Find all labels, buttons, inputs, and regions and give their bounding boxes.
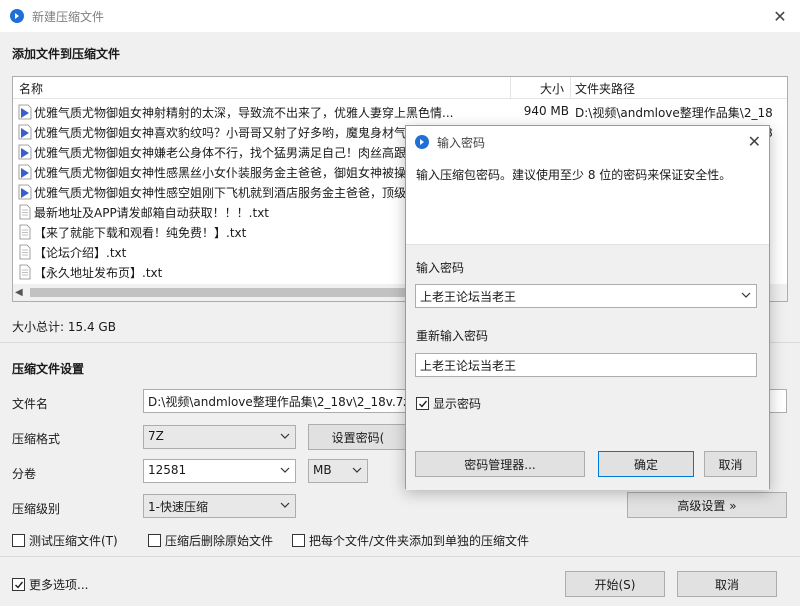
video-file-icon xyxy=(17,164,33,180)
app-logo-icon xyxy=(415,135,429,149)
file-list-header: 名称 大小 文件夹路径 xyxy=(13,77,787,99)
dialog-cancel-button[interactable]: 取消 xyxy=(704,451,757,477)
scrollbar-thumb[interactable] xyxy=(30,288,410,297)
password-input[interactable]: 上老王论坛当老王 xyxy=(415,284,757,308)
test-archive-checkbox[interactable]: 测试压缩文件(T) xyxy=(12,532,118,549)
close-icon[interactable]: ✕ xyxy=(748,132,761,151)
volume-size-input[interactable]: 12581 xyxy=(143,459,296,483)
check-icon xyxy=(416,397,429,410)
check-icon xyxy=(12,578,25,591)
checkbox-box xyxy=(148,534,161,547)
file-name: 优雅气质尤物御姐女神射精射的太深，导致流不出来了，优雅人妻穿上黑色情... xyxy=(34,106,454,120)
start-button[interactable]: 开始(S) xyxy=(565,571,665,597)
password-value: 上老王论坛当老王 xyxy=(420,290,517,304)
dialog-info-text: 输入压缩包密码。建议使用至少 8 位的密码来保证安全性。 xyxy=(416,168,732,182)
text-file-icon xyxy=(17,264,33,280)
set-password-button[interactable]: 设置密码( xyxy=(308,424,408,450)
volume-unit-select[interactable]: MB xyxy=(308,459,368,483)
add-files-heading: 添加文件到压缩文件 xyxy=(12,47,121,61)
column-name-header[interactable]: 名称 xyxy=(19,80,43,97)
level-label: 压缩级别 xyxy=(12,502,61,516)
column-path-header[interactable]: 文件夹路径 xyxy=(575,80,635,97)
chevron-down-icon xyxy=(352,467,362,473)
password-label: 输入密码 xyxy=(416,261,465,275)
separate-archives-checkbox[interactable]: 把每个文件/文件夹添加到单独的压缩文件 xyxy=(292,532,529,549)
video-file-icon xyxy=(17,104,33,120)
text-file-icon xyxy=(17,244,33,260)
total-size: 大小总计: 15.4 GB xyxy=(12,320,116,334)
show-password-label: 显示密码 xyxy=(433,397,482,411)
more-options-label: 更多选项... xyxy=(29,578,89,592)
format-label: 压缩格式 xyxy=(12,432,61,446)
window-close-button[interactable]: ✕ xyxy=(760,0,800,32)
close-icon: ✕ xyxy=(773,6,787,26)
app-logo-icon xyxy=(10,9,24,23)
test-archive-label: 测试压缩文件(T) xyxy=(29,534,118,548)
volume-size-value: 12581 xyxy=(148,463,187,477)
delete-original-checkbox[interactable]: 压缩后删除原始文件 xyxy=(148,532,273,549)
dialog-body: 输入密码 上老王论坛当老王 重新输入密码 上老王论坛当老王 显示密码 密码管理器… xyxy=(406,244,769,490)
video-file-icon xyxy=(17,184,33,200)
file-list-row[interactable]: 优雅气质尤物御姐女神射精射的太深，导致流不出来了，优雅人妻穿上黑色情... 940… xyxy=(13,102,787,122)
file-size: 940 MB xyxy=(523,104,569,118)
filename-label: 文件名 xyxy=(12,397,49,411)
checkbox-box xyxy=(12,534,25,547)
level-select[interactable]: 1-快速压缩 xyxy=(143,494,296,518)
password-dialog: 输入密码 ✕ 输入压缩包密码。建议使用至少 8 位的密码来保证安全性。 输入密码… xyxy=(405,125,770,490)
chevron-down-icon xyxy=(741,292,751,298)
format-value: 7Z xyxy=(148,429,164,443)
window-title: 新建压缩文件 xyxy=(32,9,105,24)
password-manager-button[interactable]: 密码管理器... xyxy=(415,451,585,477)
separate-archives-label: 把每个文件/文件夹添加到单独的压缩文件 xyxy=(309,534,530,548)
footer-divider xyxy=(0,556,800,557)
show-password-checkbox[interactable]: 显示密码 xyxy=(416,395,481,412)
dialog-title: 输入密码 xyxy=(437,135,486,150)
dialog-title-bar: 输入密码 ✕ xyxy=(406,126,769,158)
level-value: 1-快速压缩 xyxy=(148,500,208,514)
text-file-icon xyxy=(17,204,33,220)
volume-label: 分卷 xyxy=(12,467,37,481)
checkbox-box xyxy=(292,534,305,547)
reenter-password-input[interactable]: 上老王论坛当老王 xyxy=(415,353,757,377)
advanced-settings-button[interactable]: 高级设置 » xyxy=(627,492,787,518)
scroll-left-icon[interactable]: ◀ xyxy=(15,284,23,301)
video-file-icon xyxy=(17,124,33,140)
chevron-down-icon xyxy=(280,467,290,473)
video-file-icon xyxy=(17,144,33,160)
format-select[interactable]: 7Z xyxy=(143,425,296,449)
column-size-header[interactable]: 大小 xyxy=(540,80,564,97)
reenter-password-label: 重新输入密码 xyxy=(416,329,489,343)
cancel-button[interactable]: 取消 xyxy=(677,571,777,597)
title-bar: 新建压缩文件 ✕ xyxy=(0,0,800,32)
more-options-checkbox[interactable]: 更多选项... xyxy=(12,576,88,593)
settings-heading: 压缩文件设置 xyxy=(12,362,85,376)
chevron-down-icon xyxy=(280,433,290,439)
chevron-down-icon xyxy=(280,502,290,508)
delete-original-label: 压缩后删除原始文件 xyxy=(165,534,274,548)
ok-button[interactable]: 确定 xyxy=(598,451,694,477)
file-path: D:\视频\andmlove整理作品集\2_18 xyxy=(575,106,773,120)
volume-unit-value: MB xyxy=(313,463,332,477)
text-file-icon xyxy=(17,224,33,240)
